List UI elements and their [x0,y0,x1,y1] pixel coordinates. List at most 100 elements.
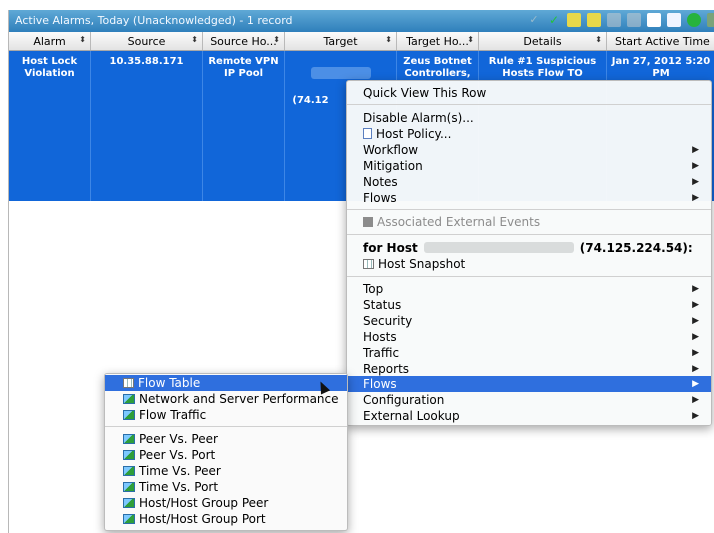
cell-alarm: Host Lock Violation [9,51,91,201]
menu-disable-alarms-label: Disable Alarm(s)... [363,111,474,125]
chart-icon [123,482,135,492]
menu-mitigation[interactable]: Mitigation ▶ [347,158,711,174]
redacted-hostname [310,67,371,79]
submenu-time-vs-peer-label: Time Vs. Peer [139,464,221,478]
col-target-host[interactable]: Target Ho... ⬍ [397,32,479,50]
menu-reports[interactable]: Reports ▶ [347,361,711,377]
col-target[interactable]: Target ⬍ [285,32,397,50]
menu-security-label: Security [363,314,413,328]
submenu-flow-traffic[interactable]: Flow Traffic [105,407,347,423]
submenu-arrow-icon: ▶ [692,161,699,171]
submenu-flow-table[interactable]: Flow Table [105,375,347,391]
refresh-icon[interactable] [707,13,714,27]
menu-top[interactable]: Top ▶ [347,281,711,297]
col-alarm[interactable]: Alarm ⬍ [9,32,91,50]
go-icon[interactable] [687,13,701,27]
menu-disable-alarms[interactable]: Disable Alarm(s)... [347,110,711,126]
submenu-network-server-perf[interactable]: Network and Server Performance [105,391,347,407]
menu-quick-view-label: Quick View This Row [363,86,487,100]
submenu-arrow-icon: ▶ [692,348,699,358]
menu-host-policy[interactable]: Host Policy... [347,126,711,142]
col-source-host-label: Source Ho... [210,34,277,48]
row-context-menu: Quick View This Row Disable Alarm(s)... … [346,80,712,426]
chart-icon [123,498,135,508]
menu-traffic[interactable]: Traffic ▶ [347,345,711,361]
table-icon [123,378,134,388]
menu-hosts[interactable]: Hosts ▶ [347,329,711,345]
submenu-time-vs-port-label: Time Vs. Port [139,480,219,494]
menu-security[interactable]: Security ▶ [347,313,711,329]
col-start-time-label: Start Active Time [615,34,710,48]
submenu-arrow-icon: ▶ [692,284,699,294]
redacted-hostname [423,242,574,253]
menu-workflow-label: Workflow [363,143,419,157]
menu-external-lookup[interactable]: External Lookup ▶ [347,408,711,424]
submenu-time-vs-peer[interactable]: Time Vs. Peer [105,463,347,479]
menu-for-host-header: for Host (74.125.224.54): [347,240,711,256]
chart-icon [123,466,135,476]
col-source-label: Source [127,34,166,48]
col-alarm-label: Alarm [33,34,66,48]
submenu-host-group-peer-label: Host/Host Group Peer [139,496,269,510]
submenu-arrow-icon: ▶ [692,379,699,389]
menu-workflow[interactable]: Workflow ▶ [347,142,711,158]
document-icon [363,128,372,139]
menu-notes[interactable]: Notes ▶ [347,174,711,190]
col-source-host[interactable]: Source Ho... ⬍ [203,32,285,50]
chart-icon [123,434,135,444]
menu-configuration[interactable]: Configuration ▶ [347,392,711,408]
col-details-label: Details [523,34,562,48]
unsnooze-icon[interactable] [587,13,601,27]
menu-top-label: Top [363,282,384,296]
col-details[interactable]: Details ⬍ [479,32,607,50]
menu-status-label: Status [363,298,402,312]
sort-icon: ⬍ [595,35,602,44]
submenu-arrow-icon: ▶ [692,193,699,203]
panel-title: Active Alarms, Today (Unacknowledged) - … [15,14,293,27]
sort-icon: ⬍ [467,35,474,44]
submenu-flow-traffic-label: Flow Traffic [139,408,207,422]
submenu-arrow-icon: ▶ [692,395,699,405]
menu-quick-view[interactable]: Quick View This Row [347,85,711,101]
for-host-label: for Host [363,241,418,255]
col-start-time[interactable]: Start Active Time [607,32,714,50]
menu-host-snapshot[interactable]: Host Snapshot [347,256,711,272]
menu-host-snapshot-label: Host Snapshot [378,257,466,271]
acknowledge-disabled-icon[interactable]: ✓ [527,13,541,27]
disable-icon[interactable] [607,13,621,27]
snooze-icon[interactable] [567,13,581,27]
menu-divider [347,209,711,210]
submenu-arrow-icon: ▶ [692,411,699,421]
submenu-arrow-icon: ▶ [692,332,699,342]
menu-status[interactable]: Status ▶ [347,297,711,313]
chart-icon [123,394,135,404]
submenu-peer-vs-peer-label: Peer Vs. Peer [139,432,218,446]
menu-reports-label: Reports [363,362,410,376]
table-header: Alarm ⬍ Source ⬍ Source Ho... ⬍ Target ⬍ Tar… [9,32,714,51]
sort-icon: ⬍ [79,35,86,44]
panel-toolbar: ✓ ✓ [527,13,714,29]
submenu-peer-vs-port-label: Peer Vs. Port [139,448,216,462]
menu-associated-events: Associated External Events [347,214,711,230]
col-source[interactable]: Source ⬍ [91,32,203,50]
submenu-host-group-port[interactable]: Host/Host Group Port [105,511,347,527]
menu-flows-label: Flows [363,377,397,391]
menu-flows-top[interactable]: Flows ▶ [347,190,711,206]
menu-external-lookup-label: External Lookup [363,409,460,423]
events-icon [363,217,373,227]
col-target-host-label: Target Ho... [406,34,469,48]
target-ip-fragment: (74.12 [292,95,329,106]
submenu-time-vs-port[interactable]: Time Vs. Port [105,479,347,495]
sort-icon: ⬍ [191,35,198,44]
delete-icon[interactable] [627,13,641,27]
table-view-icon[interactable] [647,13,661,27]
submenu-peer-vs-peer[interactable]: Peer Vs. Peer [105,431,347,447]
menu-flows[interactable]: Flows ▶ [347,376,711,392]
acknowledge-icon[interactable]: ✓ [547,13,561,27]
submenu-arrow-icon: ▶ [692,145,699,155]
submenu-peer-vs-port[interactable]: Peer Vs. Port [105,447,347,463]
document-icon[interactable] [667,13,681,27]
menu-divider [347,104,711,105]
submenu-host-group-peer[interactable]: Host/Host Group Peer [105,495,347,511]
menu-divider [347,276,711,277]
